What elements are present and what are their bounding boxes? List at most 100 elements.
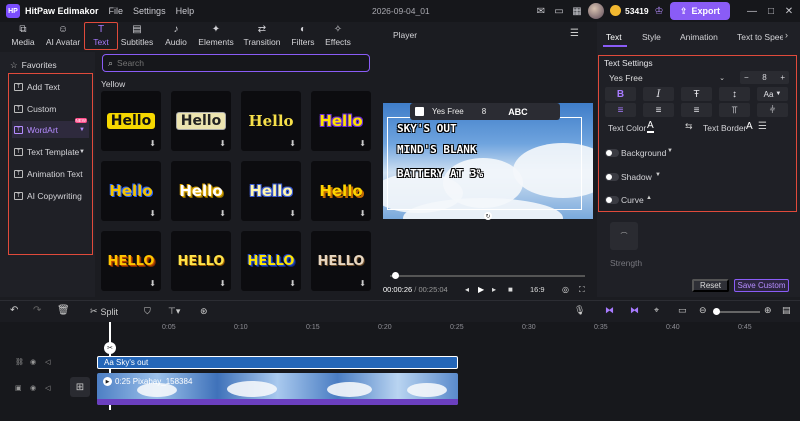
wordart-tile[interactable]: HELLO ⬇ (171, 231, 231, 291)
wordart-tile[interactable]: Hello ⬇ (241, 161, 301, 221)
tab-text[interactable]: T Text (84, 22, 118, 50)
time-ruler[interactable]: 0:05 0:10 0:15 0:20 0:25 0:30 0:35 0:40 … (98, 322, 800, 334)
plus-icon[interactable]: + (780, 73, 785, 82)
floating-abc-button[interactable]: ABC (508, 107, 528, 117)
fullscreen-icon[interactable]: ⛶ (579, 285, 585, 295)
download-icon[interactable]: ⬇ (219, 209, 226, 218)
wordart-tile[interactable]: HELLO ⬇ (101, 231, 161, 291)
valign-middle-button[interactable]: ⫩ (757, 103, 788, 117)
text-color-icon[interactable]: A (647, 121, 654, 133)
download-icon[interactable]: ⬇ (149, 139, 156, 148)
seek-handle[interactable] (392, 272, 399, 279)
download-icon[interactable]: ⬇ (359, 279, 366, 288)
play-icon[interactable]: ▶ (478, 285, 484, 294)
download-icon[interactable]: ⬇ (219, 139, 226, 148)
tab-elements[interactable]: ✦ Elements (196, 22, 236, 50)
tab-ai-avatar[interactable]: ☺ AI Avatar (42, 22, 84, 50)
stop-icon[interactable]: ■ (508, 285, 513, 294)
chevron-up-icon[interactable]: ▲ (646, 195, 652, 201)
menu-help[interactable]: Help (176, 6, 195, 16)
category-custom[interactable]: T Custom (12, 100, 89, 117)
align-right-button[interactable]: ≡ (681, 103, 712, 117)
maximize-icon[interactable]: □ (764, 4, 778, 18)
minimize-icon[interactable]: — (745, 4, 759, 18)
text-case-button[interactable]: Aa ▼ (757, 87, 788, 101)
microphone-icon[interactable]: 🎙 (574, 305, 585, 316)
download-icon[interactable]: ⬇ (149, 279, 156, 288)
tab-animation[interactable]: Animation (680, 32, 718, 42)
ai-tool-icon[interactable]: ⊛ (200, 306, 208, 317)
tab-style[interactable]: Style (642, 32, 661, 42)
wordart-tile[interactable]: Hello ⬇ (311, 91, 371, 151)
text-border-icon[interactable]: A (746, 121, 753, 132)
download-icon[interactable]: ⬇ (219, 279, 226, 288)
settings-icon[interactable]: ▤ (782, 305, 791, 316)
chevron-down-icon[interactable]: ▼ (667, 148, 673, 154)
curve-preset-icon[interactable]: ⌒ (610, 222, 638, 250)
tab-subtitles[interactable]: ▤ Subtitles (119, 22, 155, 50)
shadow-toggle[interactable] (605, 173, 619, 181)
wordart-tile[interactable]: Hello ⬇ (311, 161, 371, 221)
add-media-icon[interactable]: ⊞ (70, 377, 90, 397)
curve-toggle[interactable] (605, 196, 619, 204)
background-toggle[interactable] (605, 149, 619, 157)
text-clip[interactable]: Aa Sky's out (97, 356, 458, 369)
export-button[interactable]: ⇪ Export (670, 2, 730, 20)
visibility-icon[interactable]: ◉ (30, 358, 36, 366)
text-tool-icon[interactable]: ⊤▾ (168, 306, 180, 317)
tab-media[interactable]: ⧉ Media (6, 22, 40, 50)
line-spacing-button[interactable]: ↕ (719, 87, 750, 101)
download-icon[interactable]: ⬇ (149, 209, 156, 218)
avatar[interactable] (588, 3, 604, 19)
reset-button[interactable]: Reset (692, 279, 729, 292)
video-clip[interactable]: ▶ 0:25 Pixabay_158384 (97, 373, 458, 405)
align-left-button[interactable]: ≡ (605, 103, 636, 117)
zoom-in-icon[interactable]: ⊕ (764, 305, 772, 316)
download-icon[interactable]: ⬇ (289, 139, 296, 148)
redo-icon[interactable]: ↷ (33, 305, 41, 316)
tab-audio[interactable]: ♪ Audio (160, 22, 192, 50)
menu-settings[interactable]: Settings (133, 6, 166, 16)
seek-bar[interactable] (390, 275, 585, 277)
wordart-tile[interactable]: Hello ⬇ (101, 91, 161, 151)
tab-text-settings[interactable]: Text (606, 32, 622, 42)
font-select[interactable]: Yes Free ⌄ (605, 71, 729, 85)
tab-text-to-speech[interactable]: Text to Speech (737, 32, 783, 42)
strikethrough-button[interactable]: Ŧ (681, 87, 712, 101)
fit-icon[interactable]: ▭ (678, 305, 687, 316)
chevron-down-icon[interactable]: ▼ (655, 172, 661, 178)
video-track-icon[interactable]: ▣ (15, 384, 22, 392)
grid-icon[interactable]: ▦ (570, 4, 584, 18)
wordart-tile[interactable]: Hello ⬇ (101, 161, 161, 221)
visibility-icon[interactable]: ◉ (30, 384, 36, 392)
chevron-right-icon[interactable]: › (785, 30, 788, 40)
download-icon[interactable]: ⬇ (289, 279, 296, 288)
favorites-item[interactable]: ☆ Favorites (6, 58, 90, 72)
snap-icon[interactable]: ⧓ (605, 305, 614, 316)
audio-track-icon[interactable]: ◁ (45, 358, 50, 366)
wordart-tile[interactable]: Hello ⬇ (171, 91, 231, 151)
align-center-button[interactable]: ≡ (643, 103, 674, 117)
rotate-handle-icon[interactable]: ↻ (484, 212, 492, 220)
close-icon[interactable]: ✕ (782, 4, 796, 18)
upgrade-icon[interactable]: ♔ (652, 4, 666, 18)
prev-frame-icon[interactable]: ◂ (465, 285, 469, 294)
zoom-slider[interactable] (714, 311, 760, 313)
marker-icon[interactable]: ⌖ (654, 305, 659, 316)
search-input[interactable] (117, 58, 358, 68)
delete-icon[interactable]: 🗑 (57, 305, 70, 316)
monitor-icon[interactable]: ▭ (552, 4, 566, 18)
tab-filters[interactable]: ◐ Filters (288, 22, 318, 50)
snapshot-icon[interactable]: ◎ (562, 285, 569, 294)
wordart-tile[interactable]: HELLO ⬇ (311, 231, 371, 291)
color-swatch[interactable] (415, 107, 424, 116)
font-size-stepper[interactable]: − 8 + (740, 71, 789, 84)
valign-top-button[interactable]: ⫪ (719, 103, 750, 117)
playhead-split-icon[interactable]: ✂ (104, 342, 116, 354)
category-ai-copywriting[interactable]: T AI Copywriting (12, 187, 89, 204)
zoom-out-icon[interactable]: ⊖ (699, 305, 707, 316)
mail-icon[interactable]: ✉ (534, 4, 548, 18)
category-wordart[interactable]: T WordArt ▼ NEW (12, 118, 89, 138)
minus-icon[interactable]: − (744, 73, 749, 82)
link-icon[interactable]: ⧓ (630, 305, 639, 316)
